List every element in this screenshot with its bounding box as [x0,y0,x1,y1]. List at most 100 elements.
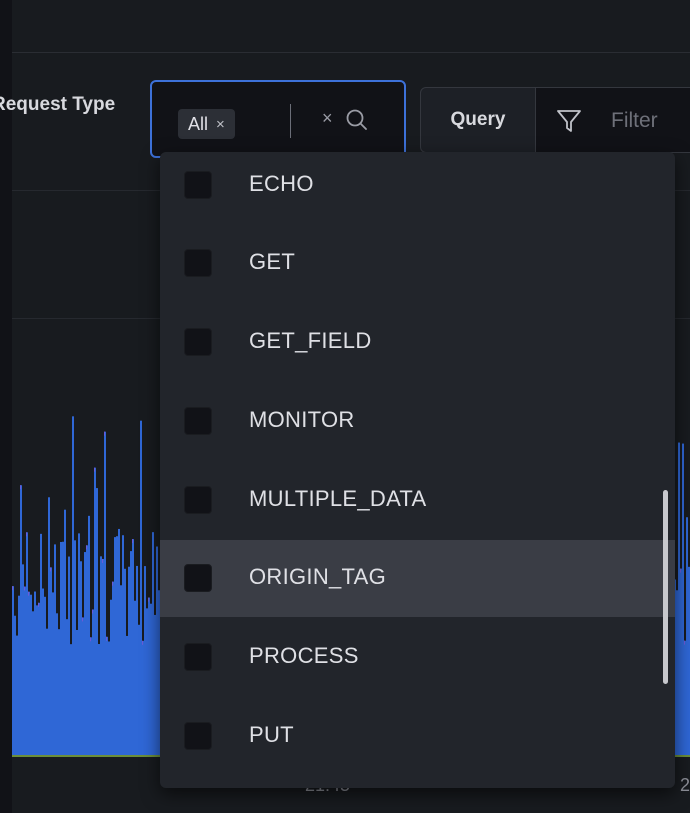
histogram-bar-edge [684,640,685,645]
histogram-bar [120,585,122,755]
histogram-bar [64,509,66,755]
histogram-bar [94,467,96,755]
histogram-bar [30,594,32,755]
option-checkbox[interactable] [184,564,212,592]
option-checkbox[interactable] [184,328,212,356]
filter-input[interactable]: Filter [535,87,690,153]
histogram-bar [66,619,68,755]
histogram-bar [92,609,94,755]
option-label: GET [249,249,296,274]
histogram-bar [32,611,34,755]
chip-remove-icon[interactable]: × [216,116,225,133]
x-tick-label: 2 [680,775,690,795]
histogram-bar [140,420,142,755]
option-put[interactable]: PUT [160,698,675,775]
histogram-bar [90,637,92,755]
request-type-multiselect[interactable]: All × × [150,80,406,158]
histogram-bar [148,597,150,755]
histogram-bar [102,558,104,755]
histogram-bar [118,528,120,755]
histogram-bar-edge [104,431,105,436]
option-checkbox[interactable] [184,407,212,435]
option-label: GET_FIELD [249,328,372,353]
option-checkbox[interactable] [184,722,212,750]
option-get-field[interactable]: GET_FIELD [160,304,675,381]
option-monitor[interactable]: MONITOR [160,383,675,460]
request-type-dropdown[interactable]: ECHO GET GET_FIELD MONITOR MULTIPLE_DATA… [160,152,675,788]
histogram-bar [50,567,52,755]
histogram-bar [14,615,16,755]
histogram-bar [18,595,20,755]
option-label: ECHO [249,171,314,196]
dropdown-scrollbar[interactable] [663,490,668,684]
option-checkbox[interactable] [184,171,212,199]
option-label: MULTIPLE_DATA [249,486,427,511]
query-button[interactable]: Query [420,87,536,153]
histogram-bar [124,568,126,755]
histogram-bar [72,416,74,755]
histogram-bar [686,517,688,755]
histogram-bar-edge [142,640,143,645]
histogram-bar [106,636,108,755]
request-type-label: Request Type [0,94,116,115]
filter-placeholder: Filter [611,109,658,132]
histogram-bar-edge [50,567,51,572]
histogram-bar-edge [28,591,29,596]
histogram-bar [40,533,42,755]
histogram-bar-edge [102,558,103,563]
histogram-bar [74,540,76,755]
histogram-bar [34,591,36,755]
option-echo[interactable]: ECHO [160,152,675,224]
histogram-bar [48,497,50,755]
clear-selection-icon[interactable]: × [322,108,333,129]
histogram-bar [126,635,128,755]
histogram-bar [136,565,138,755]
histogram-bar [44,596,46,755]
histogram-bar [70,644,72,755]
histogram-bar [122,535,124,755]
option-process[interactable]: PROCESS [160,619,675,696]
histogram-bar [28,591,30,755]
histogram-bar [682,443,684,755]
search-icon[interactable] [345,106,369,134]
histogram-bar [24,586,26,755]
histogram-bar [680,568,682,755]
option-get[interactable]: GET [160,225,675,302]
option-checkbox[interactable] [184,643,212,671]
histogram-bar-edge [112,581,113,586]
top-toolbar [12,0,690,53]
option-checkbox[interactable] [184,486,212,514]
histogram-bar [144,566,146,755]
histogram-bar [84,552,86,755]
histogram-bar [110,599,112,755]
histogram-bar-edge [20,485,21,490]
option-checkbox[interactable] [184,249,212,277]
funnel-icon [557,110,581,132]
histogram-bar [128,566,130,755]
histogram-bar-edge [106,636,107,641]
histogram-bar [116,536,118,755]
histogram-bar [98,643,100,755]
histogram-bar-edge [90,637,91,642]
histogram-bar-edge [26,532,27,537]
histogram-bar [76,629,78,755]
selected-chip-all: All × [178,109,235,139]
option-origin-tag[interactable]: ORIGIN_TAG [160,540,675,617]
histogram-bar [80,561,82,755]
histogram-bar [104,431,106,755]
histogram-bar [38,602,40,755]
histogram-bar [60,541,62,755]
histogram-bar [58,629,60,755]
histogram-bar [96,488,98,755]
histogram-bar-edge [148,597,149,602]
histogram-bar [154,614,156,755]
histogram-bar [150,603,152,755]
histogram-bar [152,532,154,755]
option-label: PUT [249,722,294,747]
histogram-bar [78,533,80,755]
histogram-bar [16,635,18,755]
histogram-bar [52,592,54,755]
option-multiple-data[interactable]: MULTIPLE_DATA [160,462,675,539]
histogram-bar [68,556,70,755]
histogram-bar [42,588,44,755]
